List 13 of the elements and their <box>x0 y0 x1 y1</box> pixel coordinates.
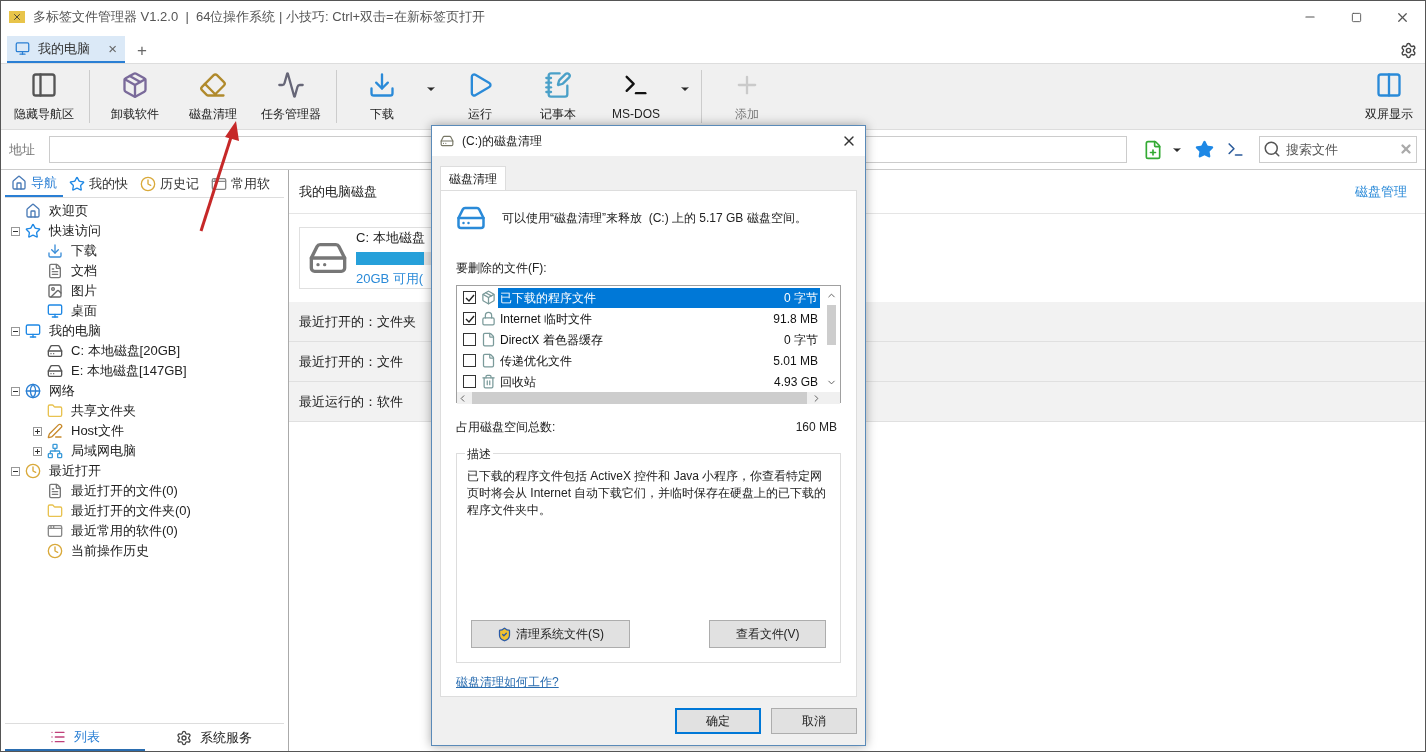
address-label: 地址 <box>9 140 36 159</box>
info-text: 可以使用“磁盘清理”来释放 (C:) 上的 5.17 GB 磁盘空间。 <box>502 210 807 227</box>
dialog-title: (C:)的磁盘清理 <box>462 133 542 150</box>
files-label: 要删除的文件(F): <box>456 260 548 277</box>
drive-name: C: 本地磁盘 <box>356 229 426 247</box>
section-title: 我的电脑磁盘 <box>299 182 377 201</box>
total-value: 160 MB <box>795 419 837 436</box>
description-text: 已下载的程序文件包括 ActiveX 控件和 Java 小程序，你查看特定网页时将会从 Internet 自动下载它们，并临时保存在硬盘上的已下载的程序文件夹中。 <box>467 468 828 519</box>
drive-free-space: 20GB 可用( <box>356 269 425 288</box>
window-title: 多标签文件管理器 V1.2.0 | 64位操作系统 | 小技巧: Ctrl+双击=在新标签页打开 <box>33 8 485 27</box>
tab-label: 我的电脑 <box>38 39 90 58</box>
total-label: 占用磁盘空间总数: <box>456 419 556 436</box>
group-label: 描述 <box>465 445 493 463</box>
